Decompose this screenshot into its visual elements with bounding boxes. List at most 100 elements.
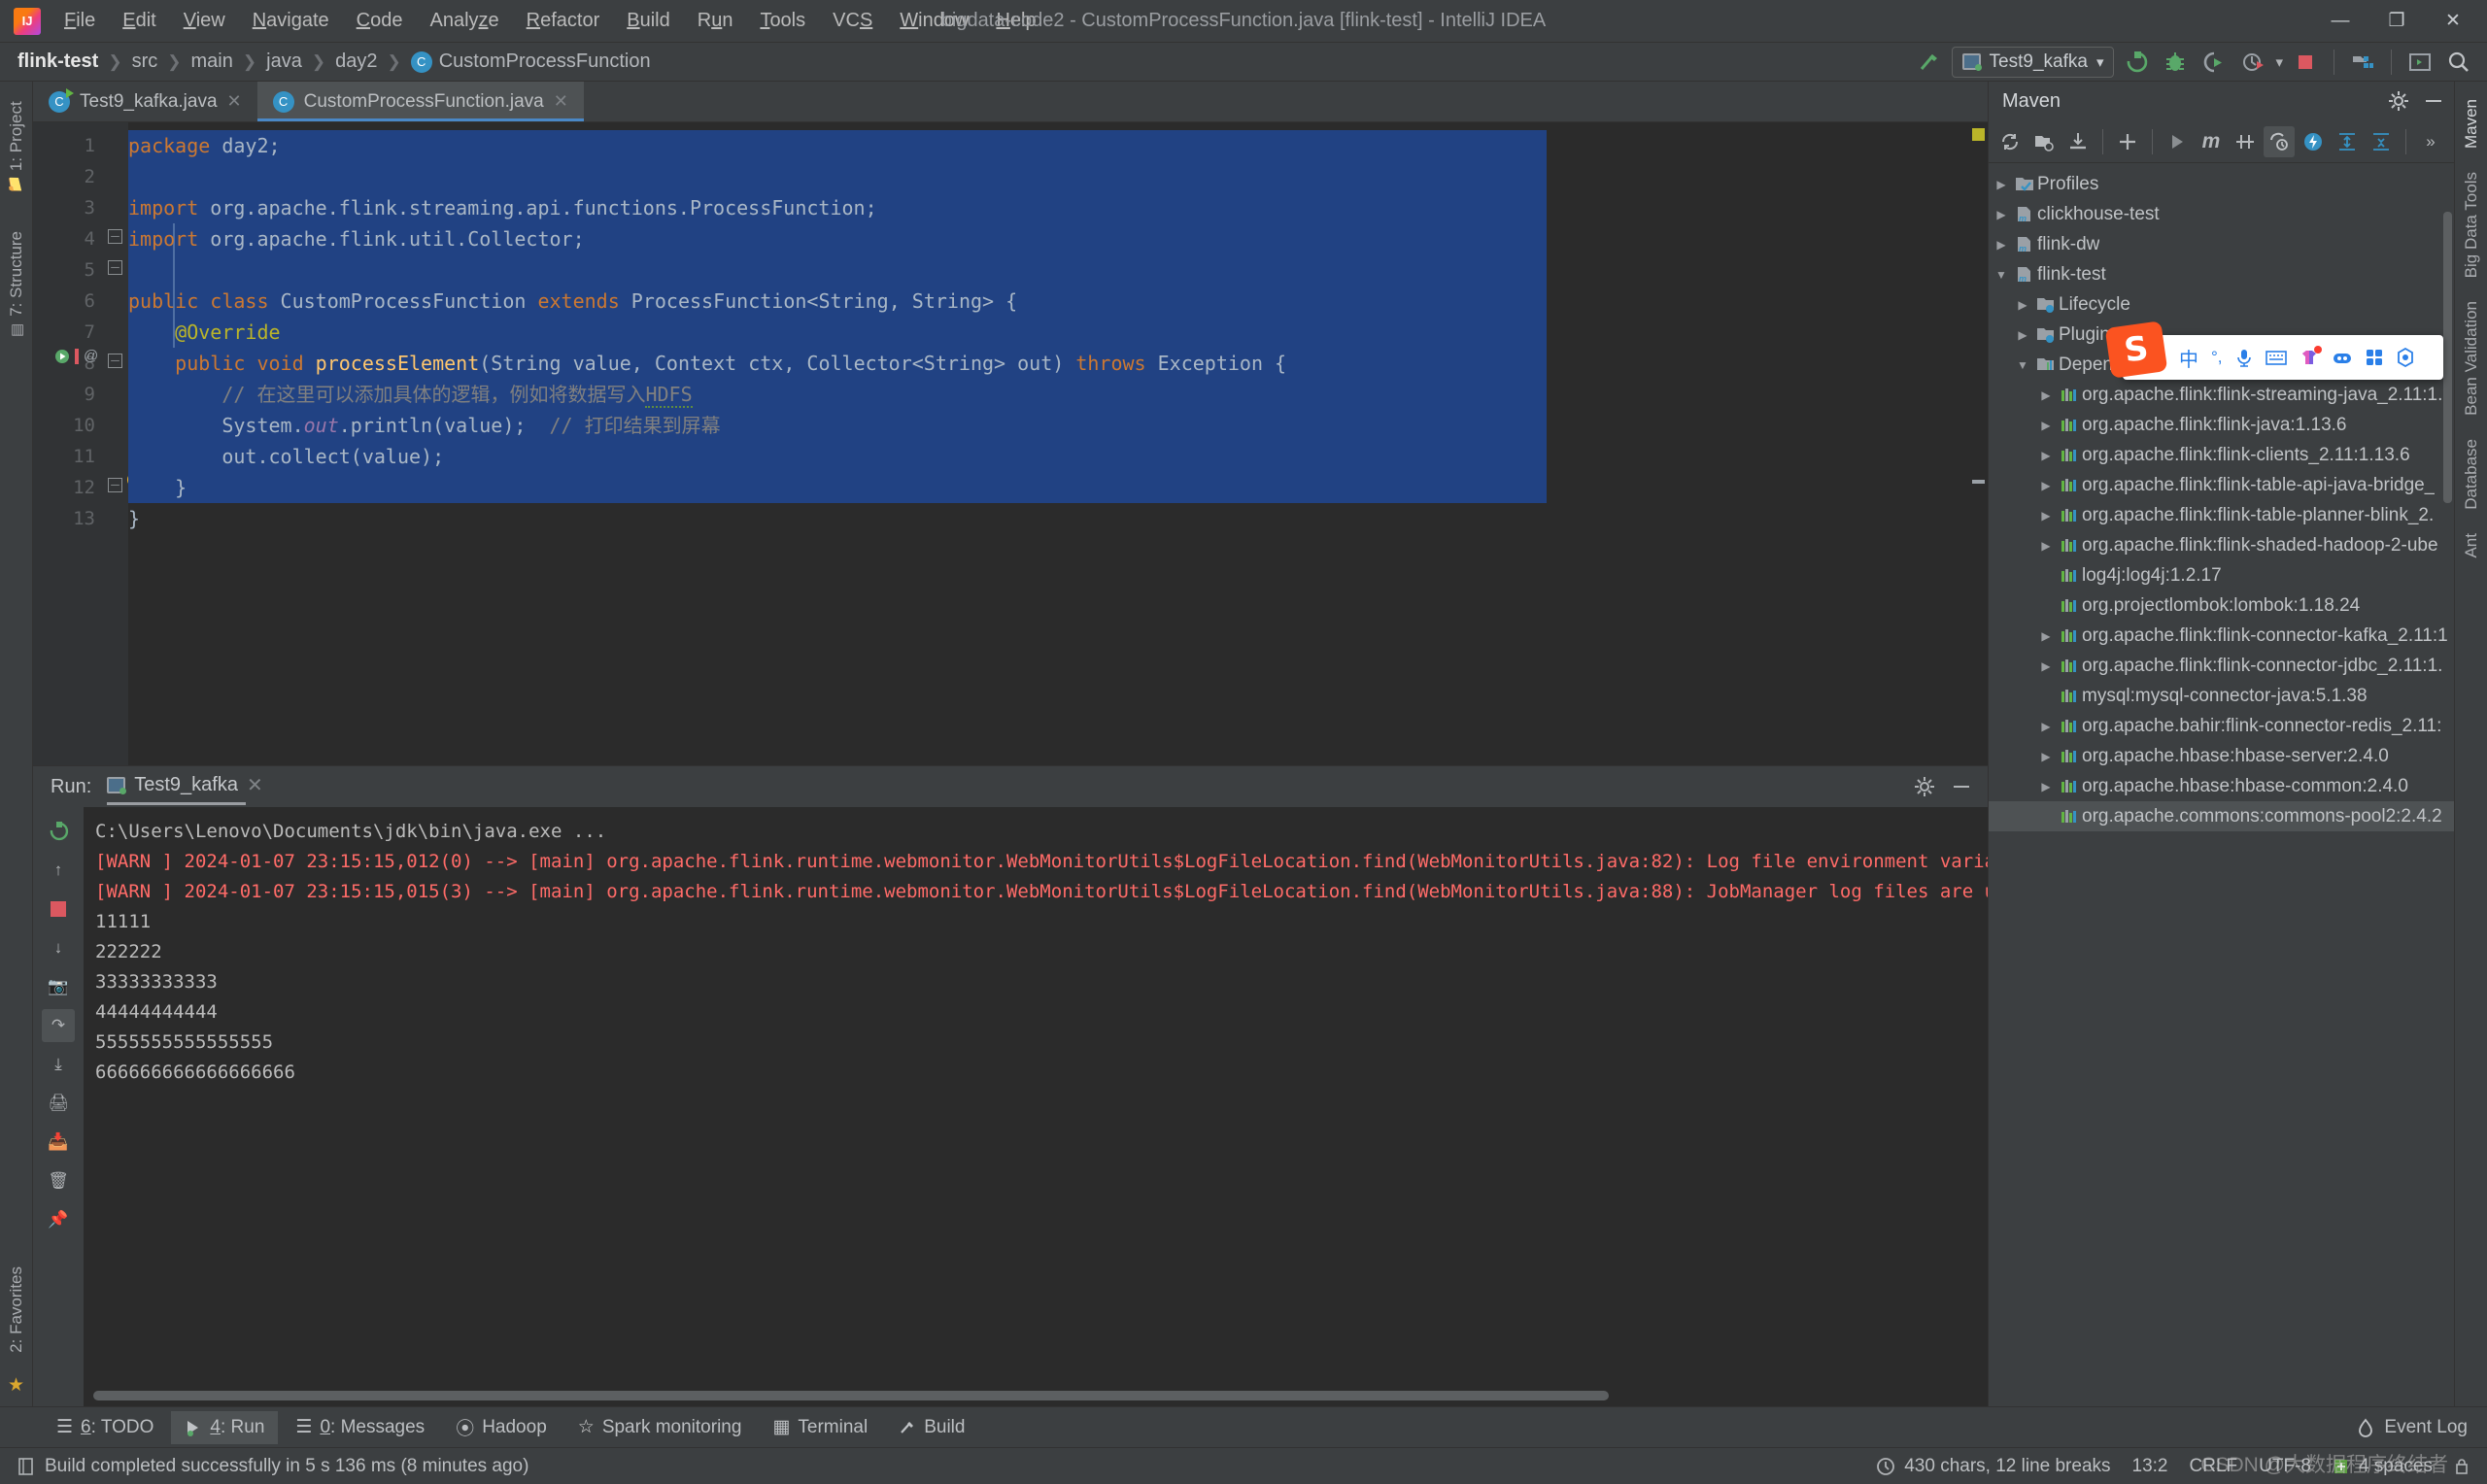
sogou-logo-icon[interactable]: S xyxy=(2104,320,2168,379)
menu-run[interactable]: Run xyxy=(684,7,747,35)
expand-arrow-icon[interactable]: ▶ xyxy=(2012,328,2033,342)
minimize-icon[interactable] xyxy=(2423,90,2444,112)
tool-tab-messages[interactable]: ☰ 0: Messages xyxy=(282,1410,438,1444)
sidebar-item-big-data-tools[interactable]: Big Data Tools xyxy=(2462,162,2481,287)
breadcrumb-item-1[interactable]: src xyxy=(132,51,158,73)
sidebar-item-structure[interactable]: ▤ 7: Structure xyxy=(7,221,26,350)
expand-arrow-icon[interactable]: ▶ xyxy=(1991,238,2012,252)
fold-marker-line4[interactable]: ─ xyxy=(108,260,122,275)
run-tab-test9-kafka[interactable]: Test9_kafka ✕ xyxy=(107,773,263,805)
close-button[interactable]: ✕ xyxy=(2425,1,2481,42)
tool-tab-terminal[interactable]: ▦ Terminal xyxy=(759,1410,881,1444)
tree-item-flink-test[interactable]: ▼ m flink-test xyxy=(1989,259,2454,289)
run-icon[interactable] xyxy=(2120,46,2153,79)
execute-maven-goal-icon[interactable]: m xyxy=(2196,126,2227,157)
tree-item-dependency[interactable]: ▶ org.apache.flink:flink-connector-kafka… xyxy=(1989,621,2454,651)
breadcrumb-item-0[interactable]: flink-test xyxy=(17,51,98,73)
scroll-to-end-icon[interactable]: ⤓ xyxy=(42,1048,75,1081)
tree-item-dependency[interactable]: ▶ org.apache.flink:flink-streaming-java_… xyxy=(1989,380,2454,410)
editor-gutter[interactable]: 1 2 3 4 5 6 7 8 9 10 11 12 13 xyxy=(33,122,103,765)
menu-help[interactable]: Help xyxy=(982,7,1049,35)
editor-analysis-rail[interactable] xyxy=(1966,122,1988,765)
menu-analyze[interactable]: Analyze xyxy=(416,7,512,35)
soft-wrap-icon[interactable]: ↷ xyxy=(42,1009,75,1042)
expand-arrow-icon[interactable]: ▶ xyxy=(2035,659,2057,673)
tree-item-profiles[interactable]: ▶ Profiles xyxy=(1989,169,2454,199)
chinese-mode-icon[interactable]: 中 xyxy=(2179,344,2198,372)
microphone-icon[interactable] xyxy=(2235,348,2253,367)
run-configuration-selector[interactable]: Test9_kafka ▾ xyxy=(1951,46,2115,78)
code-editor[interactable]: 1 2 3 4 5 6 7 8 9 10 11 12 13 @ ─ ─ ─ ─ … xyxy=(33,122,1988,765)
reload-all-projects-icon[interactable] xyxy=(1994,126,2026,157)
menu-tools[interactable]: Tools xyxy=(746,7,819,35)
tool-tab-run[interactable]: 4: Run xyxy=(171,1410,279,1444)
expand-arrow-icon[interactable]: ▶ xyxy=(1991,178,2012,191)
fold-marker-line3[interactable]: ─ xyxy=(108,229,122,244)
inspection-icon[interactable] xyxy=(1876,1457,1895,1476)
sidebar-item-project[interactable]: 📁 1: Project xyxy=(7,91,26,204)
tree-item-dependency[interactable]: log4j:log4j:1.2.17 xyxy=(1989,560,2454,590)
sidebar-item-maven[interactable]: Maven xyxy=(2462,89,2481,158)
search-everywhere-icon[interactable] xyxy=(2442,46,2475,79)
build-hammer-icon[interactable] xyxy=(1913,46,1946,79)
tree-item-dependency[interactable]: ▶ org.apache.flink:flink-java:1.13.6 xyxy=(1989,410,2454,440)
terminal-icon[interactable] xyxy=(2403,46,2436,79)
expand-arrow-icon[interactable]: ▶ xyxy=(2035,539,2057,553)
tool-tab-build[interactable]: Build xyxy=(885,1411,978,1444)
add-icon[interactable] xyxy=(2112,126,2143,157)
fold-marker-line12[interactable]: ─ xyxy=(108,478,122,492)
sidebar-item-favorites[interactable]: 2: Favorites xyxy=(7,1257,26,1363)
expand-arrow-icon[interactable]: ▶ xyxy=(2035,449,2057,462)
down-stack-icon[interactable]: ↓ xyxy=(42,931,75,964)
expand-arrow-icon[interactable]: ▶ xyxy=(2035,388,2057,402)
menu-code[interactable]: Code xyxy=(343,7,417,35)
toggle-skip-tests-icon[interactable] xyxy=(2230,126,2261,157)
minimize-button[interactable]: — xyxy=(2312,1,2368,42)
chevron-down-icon[interactable]: ▾ xyxy=(2096,53,2104,71)
show-dependencies-icon[interactable] xyxy=(2298,126,2329,157)
menu-vcs[interactable]: VCS xyxy=(819,7,886,35)
breadcrumb-item-5[interactable]: CustomProcessFunction xyxy=(439,51,651,73)
file-encoding[interactable]: UTF-8 xyxy=(2259,1456,2311,1477)
rerun-icon[interactable] xyxy=(42,815,75,848)
console-output[interactable]: C:\Users\Lenovo\Documents\jdk\bin\java.e… xyxy=(84,807,1988,1406)
project-structure-icon[interactable] xyxy=(2346,46,2379,79)
expand-arrow-icon[interactable]: ▶ xyxy=(1991,208,2012,221)
toolbox-icon[interactable] xyxy=(2332,349,2353,366)
tree-item-dependency[interactable]: mysql:mysql-connector-java:5.1.38 xyxy=(1989,681,2454,711)
breadcrumb-item-4[interactable]: day2 xyxy=(335,51,377,73)
maven-scrollbar[interactable] xyxy=(2443,212,2452,503)
settings-icon[interactable] xyxy=(2396,348,2415,367)
tool-tab-hadoop[interactable]: ⦿ Hadoop xyxy=(442,1408,561,1446)
sidebar-item-ant[interactable]: Ant xyxy=(2462,523,2481,568)
more-icon[interactable]: » xyxy=(2415,126,2446,157)
tree-item-dependency[interactable]: ▶ org.apache.flink:flink-shaded-hadoop-2… xyxy=(1989,530,2454,560)
pin-icon[interactable]: 📌 xyxy=(42,1203,75,1236)
print-icon[interactable]: 🖨 xyxy=(42,1087,75,1120)
expand-arrow-icon[interactable]: ▶ xyxy=(2012,298,2033,312)
tree-item-dependency[interactable]: ▶ org.apache.hbase:hbase-common:2.4.0 xyxy=(1989,771,2454,801)
up-stack-icon[interactable]: ↑ xyxy=(42,854,75,887)
toggle-offline-mode-icon[interactable] xyxy=(2264,125,2295,157)
expand-arrow-icon[interactable]: ▶ xyxy=(2035,419,2057,432)
tree-item-dependency[interactable]: org.apache.commons:commons-pool2:2.4.2 xyxy=(1989,801,2454,831)
editor-fold-column[interactable]: @ ─ ─ ─ ─ xyxy=(55,122,143,765)
profiler-dropdown-caret[interactable]: ▾ xyxy=(2275,53,2283,71)
tool-tab-spark-monitoring[interactable]: ☆ Spark monitoring xyxy=(564,1410,756,1444)
punctuation-icon[interactable]: °, xyxy=(2211,348,2223,367)
tree-item-dependency[interactable]: org.projectlombok:lombok:1.18.24 xyxy=(1989,590,2454,621)
menu-edit[interactable]: Edit xyxy=(109,7,169,35)
close-icon[interactable]: ✕ xyxy=(554,91,568,112)
gear-icon[interactable] xyxy=(2388,90,2409,112)
menu-window[interactable]: Window xyxy=(886,7,982,35)
tree-item-flink-dw[interactable]: ▶ m flink-dw xyxy=(1989,229,2454,259)
horizontal-scrollbar[interactable] xyxy=(93,1391,1609,1400)
download-sources-icon[interactable] xyxy=(2062,126,2094,157)
minimize-icon[interactable] xyxy=(1951,776,1972,797)
stop-icon[interactable] xyxy=(2289,46,2322,79)
tree-item-dependency[interactable]: ▶ org.apache.flink:flink-connector-jdbc_… xyxy=(1989,651,2454,681)
git-branch-icon[interactable] xyxy=(2333,1457,2350,1476)
caret-position[interactable]: 13:2 xyxy=(2132,1456,2168,1477)
tree-item-dependency[interactable]: ▶ org.apache.hbase:hbase-server:2.4.0 xyxy=(1989,741,2454,771)
export-icon[interactable]: 📥 xyxy=(42,1126,75,1159)
